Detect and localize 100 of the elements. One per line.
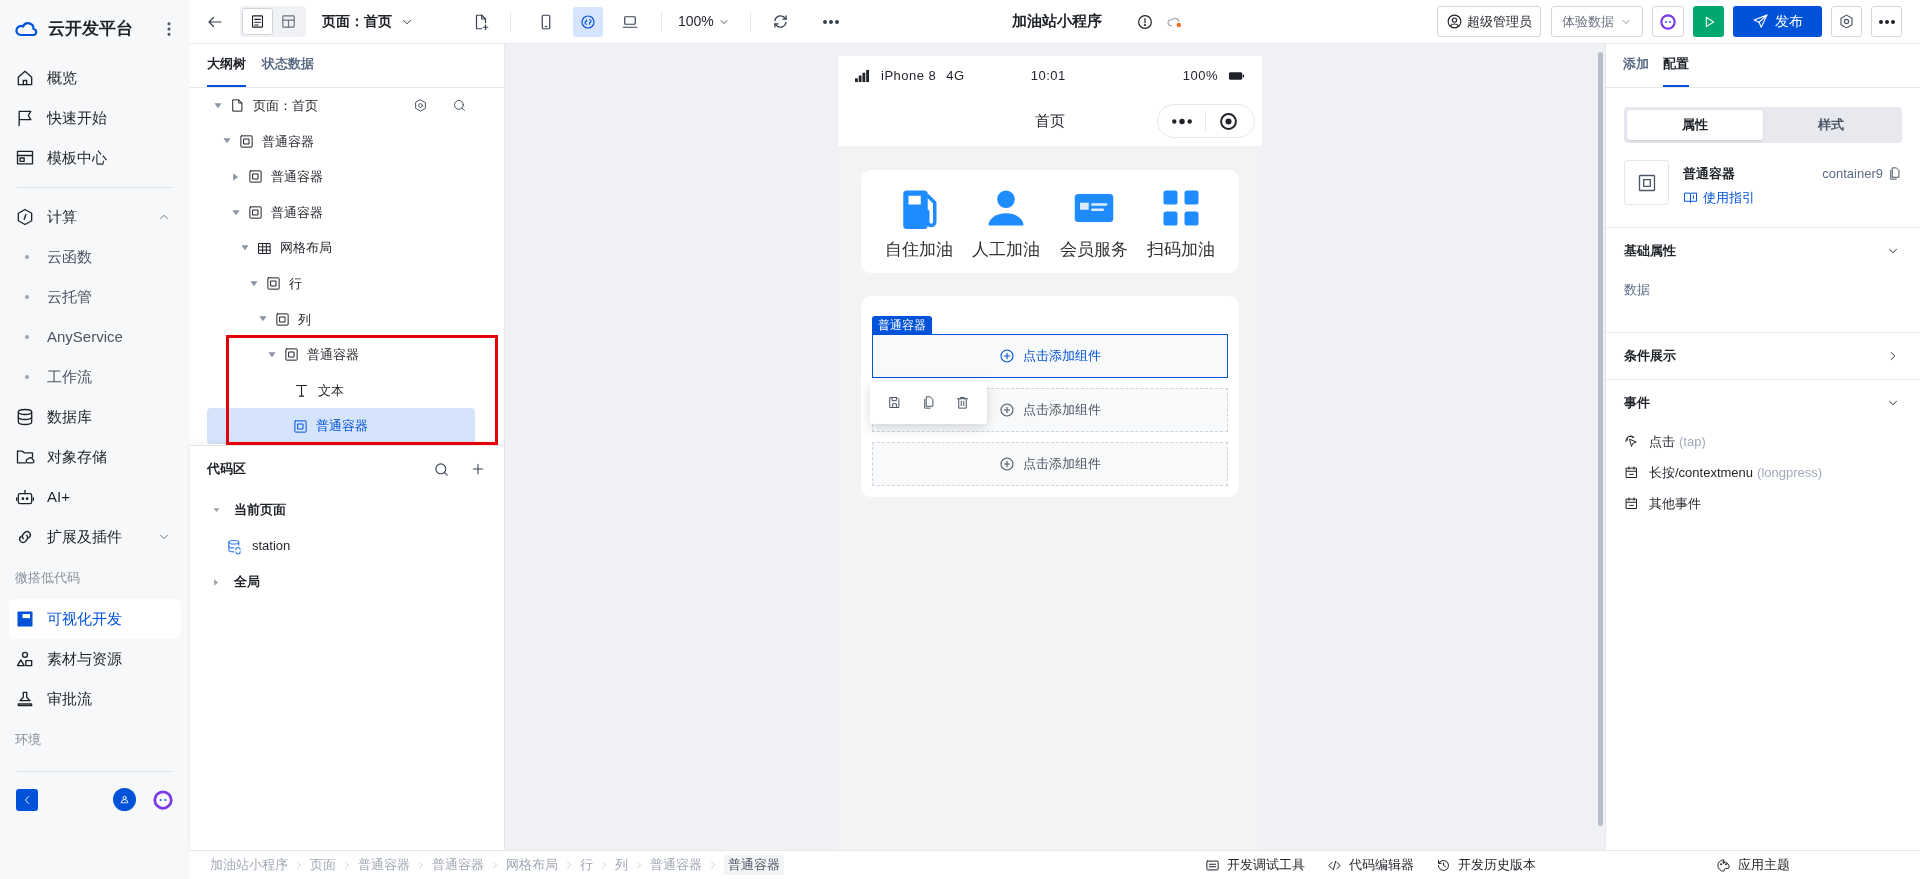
nav-item[interactable]: 数据库 bbox=[9, 397, 181, 437]
tree-item[interactable]: 页面：首页 bbox=[207, 88, 475, 124]
battery-percent: 100% bbox=[1182, 67, 1218, 86]
shortcut-label[interactable]: 自住加油 bbox=[884, 237, 953, 263]
nav-item[interactable]: 计算 bbox=[9, 197, 181, 237]
nav-item[interactable]: 审批流 bbox=[9, 679, 181, 719]
settings-button[interactable] bbox=[1831, 6, 1862, 37]
config-tab[interactable]: 配置 bbox=[1663, 43, 1689, 87]
section-header[interactable]: 条件展示 bbox=[1606, 333, 1920, 379]
usage-guide-link[interactable]: 使用指引 bbox=[1683, 187, 1902, 207]
nav-item[interactable]: 可视化开发 bbox=[9, 599, 181, 639]
history-icon bbox=[1436, 857, 1451, 873]
user-circle-icon bbox=[1446, 13, 1463, 30]
more-icon[interactable] bbox=[822, 19, 839, 24]
event-item[interactable]: 点击 (tap) bbox=[1606, 426, 1920, 457]
settings-icon[interactable] bbox=[413, 98, 428, 114]
document-icon bbox=[249, 13, 266, 30]
warning-icon[interactable] bbox=[1135, 12, 1154, 31]
nav-item[interactable]: 对象存储 bbox=[9, 437, 181, 477]
tree-item[interactable]: 网格布局 bbox=[207, 230, 475, 266]
config-tab[interactable]: 添加 bbox=[1623, 43, 1649, 87]
container-icon bbox=[284, 347, 299, 363]
view-mode-button[interactable] bbox=[242, 8, 273, 35]
shortcut-label[interactable]: 扫码加油 bbox=[1147, 237, 1216, 263]
page-selector[interactable]: 页面：首页 bbox=[322, 11, 414, 32]
outline-tab[interactable]: 大纲树 bbox=[207, 43, 246, 87]
search-icon[interactable] bbox=[433, 460, 450, 478]
delete-icon[interactable] bbox=[954, 395, 970, 410]
terminal-icon bbox=[1205, 857, 1220, 873]
nav-item[interactable]: 扩展及插件 bbox=[9, 517, 181, 557]
tree-item[interactable]: 列 bbox=[207, 301, 475, 338]
save-icon[interactable] bbox=[887, 395, 903, 410]
collapse-button[interactable] bbox=[16, 788, 38, 811]
section-header[interactable]: 基础属性 bbox=[1606, 228, 1920, 274]
assistant-icon[interactable] bbox=[152, 788, 174, 811]
footer-tool[interactable]: 代码编辑器 bbox=[1327, 855, 1414, 875]
breadcrumb-item[interactable]: 普通容器 bbox=[724, 855, 784, 875]
more-button[interactable] bbox=[1871, 6, 1902, 37]
template-icon bbox=[15, 148, 35, 168]
database-icon bbox=[15, 407, 35, 427]
section-header[interactable]: 事件 bbox=[1606, 380, 1920, 426]
nav-item[interactable]: 素材与资源 bbox=[9, 639, 181, 679]
nav-item[interactable]: 概览 bbox=[9, 58, 181, 98]
nav-item[interactable]: 快速开始 bbox=[9, 98, 181, 138]
more-icon bbox=[1171, 117, 1193, 125]
network-label: 4G bbox=[946, 67, 965, 86]
copy-icon[interactable] bbox=[921, 395, 936, 410]
assistant-button[interactable] bbox=[1652, 6, 1684, 37]
tree-item[interactable]: 普通容器 bbox=[207, 194, 475, 231]
event-item[interactable]: 长按/contextmenu (longpress) bbox=[1606, 457, 1920, 488]
nav-item[interactable]: 模板中心 bbox=[9, 138, 181, 178]
palette-icon bbox=[1716, 857, 1731, 873]
nav-item[interactable]: AI+ bbox=[9, 477, 181, 517]
preview-button[interactable] bbox=[1693, 6, 1724, 37]
code-item[interactable]: station bbox=[190, 528, 504, 564]
page-title: 首页 bbox=[1035, 110, 1065, 131]
home-icon bbox=[15, 68, 35, 88]
tap-icon bbox=[1624, 434, 1639, 449]
data-select[interactable]: 体验数据 bbox=[1551, 6, 1643, 37]
device-button[interactable] bbox=[573, 6, 603, 37]
add-component-slot[interactable]: 点击添加组件 bbox=[872, 334, 1228, 378]
add-icon[interactable] bbox=[470, 461, 486, 477]
nav-subitem[interactable]: 云函数 bbox=[9, 237, 181, 277]
tree-item[interactable]: 普通容器 bbox=[207, 159, 475, 195]
plus-circle-icon bbox=[999, 348, 1015, 364]
footer-tool[interactable]: 应用主题 bbox=[1716, 855, 1790, 875]
tree-item[interactable]: 普通容器 bbox=[207, 123, 475, 160]
code-group[interactable]: 全局 bbox=[190, 564, 504, 600]
segment-tab[interactable]: 属性 bbox=[1627, 110, 1763, 140]
plus-circle-icon bbox=[999, 456, 1015, 472]
selection-label: 普通容器 bbox=[872, 316, 932, 334]
publish-button[interactable]: 发布 bbox=[1733, 6, 1822, 37]
nav-subitem[interactable]: AnyService bbox=[9, 317, 181, 357]
add-component-slot[interactable]: 点击添加组件 bbox=[872, 442, 1228, 486]
footer-tool[interactable]: 开发调试工具 bbox=[1205, 855, 1305, 875]
segment-tab[interactable]: 样式 bbox=[1763, 110, 1899, 140]
container-icon bbox=[1636, 172, 1657, 193]
code-group[interactable]: 当前页面 bbox=[190, 492, 504, 528]
nav-subitem[interactable]: 云托管 bbox=[9, 277, 181, 317]
tree-item[interactable]: 行 bbox=[207, 265, 475, 302]
outline-tab[interactable]: 状态数据 bbox=[262, 43, 314, 87]
grid-icon bbox=[257, 240, 272, 256]
assistant-icon bbox=[1658, 11, 1678, 32]
shortcut-label[interactable]: 会员服务 bbox=[1059, 237, 1128, 263]
event-item[interactable]: 其他事件 bbox=[1606, 488, 1920, 519]
tree-item[interactable]: 文本 bbox=[207, 372, 475, 409]
shortcut-label[interactable]: 人工加油 bbox=[972, 237, 1041, 263]
scrollbar-thumb[interactable] bbox=[1597, 52, 1603, 826]
zoom-select[interactable]: 100% bbox=[678, 11, 730, 32]
container-icon bbox=[293, 418, 308, 434]
nav-subitem[interactable]: 工作流 bbox=[9, 357, 181, 397]
mini-program-icon bbox=[579, 12, 597, 31]
role-button[interactable]: 超级管理员 bbox=[1437, 6, 1541, 37]
footer-tool[interactable]: 开发历史版本 bbox=[1436, 855, 1536, 875]
copy-icon[interactable] bbox=[1887, 166, 1902, 182]
tree-item[interactable]: 普通容器 bbox=[207, 337, 475, 373]
tree-item[interactable]: 普通容器 bbox=[207, 408, 475, 444]
container-icon bbox=[239, 133, 254, 149]
user-avatar[interactable] bbox=[113, 788, 136, 811]
search-icon[interactable] bbox=[452, 98, 467, 114]
